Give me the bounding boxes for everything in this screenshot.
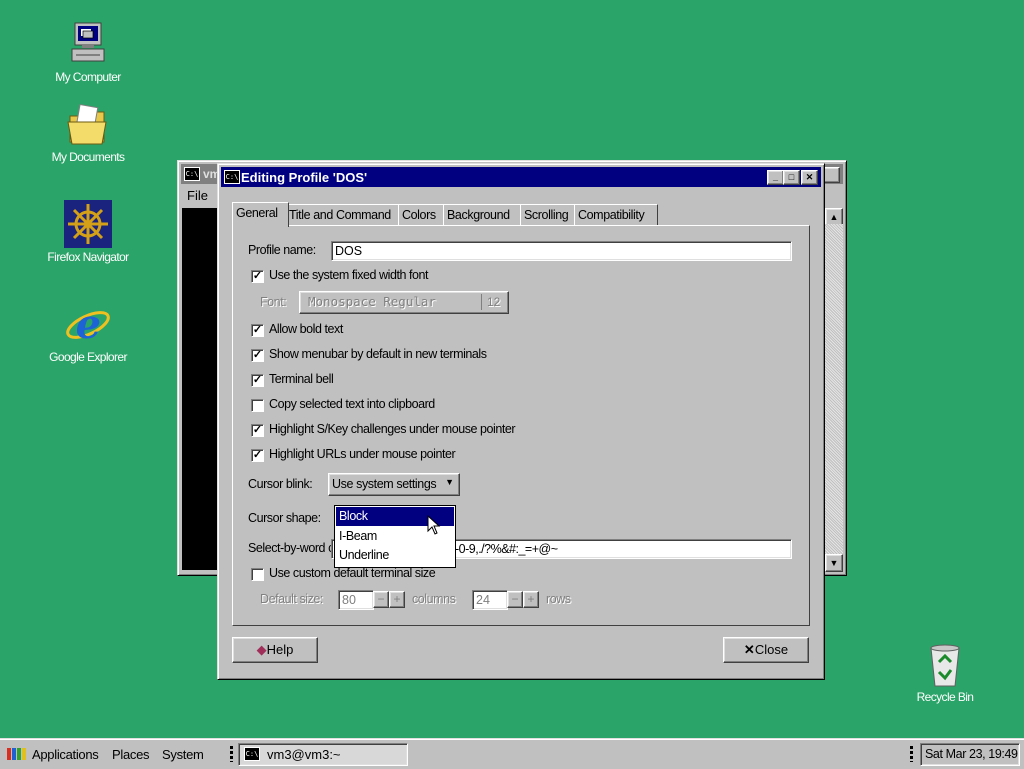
- close-icon: ✕: [743, 642, 755, 657]
- cursor-blink-dropdown[interactable]: Use system settings ▼: [328, 473, 460, 496]
- maximize-button[interactable]: □: [783, 170, 800, 185]
- desktop-icon-label: Firefox Navigator: [47, 250, 129, 264]
- use-system-font-checkbox[interactable]: ✓: [251, 270, 264, 283]
- columns-label: columns: [412, 592, 456, 606]
- profile-name-label: Profile name:: [248, 243, 316, 257]
- cursor-shape-option-underline[interactable]: Underline: [336, 546, 454, 565]
- system-menu[interactable]: System: [162, 747, 204, 762]
- desktop-icon-label: My Computer: [55, 70, 121, 84]
- terminal-bell-label: Terminal bell: [269, 372, 334, 386]
- recycle-bin-icon: [921, 640, 969, 688]
- custom-size-label: Use custom default terminal size: [269, 566, 436, 580]
- show-menubar-checkbox[interactable]: ✓: [251, 349, 264, 362]
- rows-label: rows: [546, 592, 571, 606]
- cursor-blink-label: Cursor blink:: [248, 477, 313, 491]
- help-button[interactable]: ◆Help: [232, 637, 318, 663]
- dialog-title-bar[interactable]: C:\ Editing Profile 'DOS' _ □ ✕: [221, 167, 821, 187]
- desktop-icon-recycle-bin[interactable]: Recycle Bin: [890, 640, 1000, 704]
- minimize-button[interactable]: _: [767, 170, 784, 185]
- highlight-urls-checkbox[interactable]: ✓: [251, 449, 264, 462]
- dialog-title: Editing Profile 'DOS': [241, 170, 368, 185]
- rows-increment-button[interactable]: +: [523, 591, 539, 608]
- font-separator: [481, 294, 482, 310]
- copy-selected-checkbox[interactable]: [251, 399, 264, 412]
- desktop-icon-label: My Documents: [51, 150, 125, 164]
- highlight-skey-label: Highlight S/Key challenges under mouse p…: [269, 422, 516, 436]
- highlight-urls-label: Highlight URLs under mouse pointer: [269, 447, 456, 461]
- font-name: Monospace Regular: [308, 294, 436, 309]
- close-title-button[interactable]: ✕: [801, 170, 818, 185]
- profile-dialog: C:\ Editing Profile 'DOS' _ □ ✕ General …: [217, 163, 825, 680]
- folder-icon: [64, 100, 112, 148]
- tab-general[interactable]: General: [232, 202, 289, 227]
- help-book-icon: ◆: [256, 642, 267, 657]
- cursor-shape-label: Cursor shape:: [248, 511, 321, 525]
- desktop-icon-label: Recycle Bin: [916, 690, 974, 704]
- font-size: 12: [487, 295, 501, 309]
- scroll-down-button[interactable]: ▼: [825, 554, 843, 572]
- computer-icon: [64, 20, 112, 68]
- svg-text:e: e: [76, 301, 101, 348]
- tab-colors[interactable]: Colors: [398, 204, 447, 226]
- places-menu[interactable]: Places: [112, 747, 150, 762]
- taskbar: Applications Places System C:\ vm3@vm3:~…: [0, 738, 1024, 769]
- allow-bold-label: Allow bold text: [269, 322, 343, 336]
- tab-background[interactable]: Background: [443, 204, 524, 226]
- mouse-pointer-icon: [427, 515, 441, 535]
- close-button[interactable]: ✕Close: [723, 637, 809, 663]
- desktop-icon-my-documents[interactable]: My Documents: [33, 100, 143, 164]
- desktop-icon-label: Google Explorer: [49, 350, 127, 364]
- terminal-icon: C:\: [244, 747, 260, 761]
- menu-file[interactable]: File: [187, 188, 208, 203]
- taskbar-task-terminal[interactable]: C:\ vm3@vm3:~: [238, 743, 408, 766]
- columns-spin-input[interactable]: 80: [338, 590, 374, 610]
- rows-spin-input[interactable]: 24: [472, 590, 508, 610]
- terminal-icon: C:\: [224, 170, 240, 184]
- scroll-track[interactable]: [825, 224, 843, 554]
- font-label: Font:: [260, 295, 287, 309]
- chevron-down-icon: ▼: [445, 477, 454, 487]
- highlight-skey-checkbox[interactable]: ✓: [251, 424, 264, 437]
- panel-grip[interactable]: [230, 746, 233, 762]
- tab-compatibility[interactable]: Compatibility: [574, 204, 658, 226]
- desktop-icon-google-explorer[interactable]: e Google Explorer: [33, 300, 143, 364]
- ie-icon: e: [64, 300, 112, 348]
- custom-size-checkbox[interactable]: [251, 568, 264, 581]
- allow-bold-checkbox[interactable]: ✓: [251, 324, 264, 337]
- select-by-word-label: Select-by-word c: [248, 541, 334, 555]
- show-menubar-label: Show menubar by default in new terminals: [269, 347, 487, 361]
- desktop-icon-firefox-navigator[interactable]: Firefox Navigator: [33, 200, 143, 264]
- ship-wheel-icon: [64, 200, 112, 248]
- panel-grip[interactable]: [910, 746, 913, 762]
- copy-selected-label: Copy selected text into clipboard: [269, 397, 435, 411]
- font-button[interactable]: Monospace Regular 12: [299, 291, 509, 314]
- desktop-icon-my-computer[interactable]: My Computer: [33, 20, 143, 84]
- profile-name-input[interactable]: DOS: [331, 241, 792, 261]
- cursor-blink-value: Use system settings: [332, 477, 437, 491]
- gnome-foot-icon: [6, 746, 26, 762]
- terminal-icon: C:\: [184, 167, 200, 181]
- terminal-scrollbar[interactable]: ▲ ▼: [825, 208, 843, 572]
- tab-title-and-command[interactable]: Title and Command: [285, 204, 402, 226]
- default-size-label: Default size:: [260, 592, 323, 606]
- columns-decrement-button[interactable]: −: [373, 591, 389, 608]
- columns-increment-button[interactable]: +: [389, 591, 405, 608]
- use-system-font-label: Use the system fixed width font: [269, 268, 429, 282]
- tab-scrolling[interactable]: Scrolling: [520, 204, 578, 226]
- applications-menu[interactable]: Applications: [32, 747, 99, 762]
- rows-decrement-button[interactable]: −: [507, 591, 523, 608]
- clock[interactable]: Sat Mar 23, 19:49: [920, 743, 1020, 766]
- terminal-bell-checkbox[interactable]: ✓: [251, 374, 264, 387]
